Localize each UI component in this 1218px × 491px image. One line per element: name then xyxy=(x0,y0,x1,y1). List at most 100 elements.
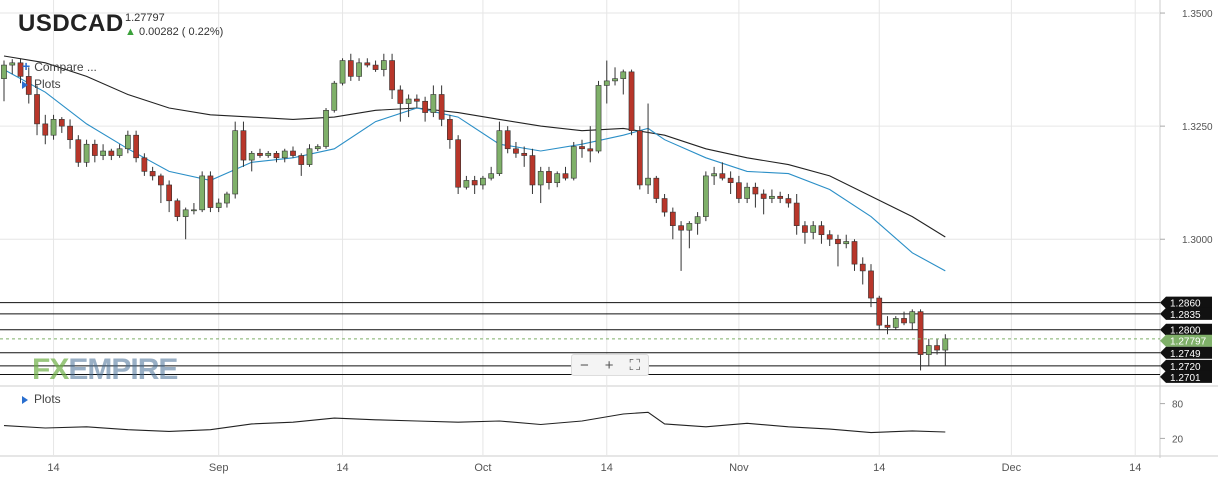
candle-body xyxy=(810,225,817,233)
candle xyxy=(570,141,577,181)
candle xyxy=(587,126,594,163)
candle-body xyxy=(141,157,148,172)
candle-body xyxy=(793,202,800,226)
zoom-out-button[interactable]: − xyxy=(580,357,589,374)
candle xyxy=(777,191,784,204)
plots-toggle-main[interactable]: Plots xyxy=(22,77,61,91)
candle xyxy=(603,60,610,104)
candle-body xyxy=(281,150,288,159)
candle xyxy=(83,139,90,167)
candle xyxy=(207,171,214,213)
candle-body xyxy=(934,345,940,351)
candle-body xyxy=(331,82,338,111)
candle-body xyxy=(58,119,65,127)
level-label: 1.2835 xyxy=(1170,310,1201,321)
candle xyxy=(876,295,883,330)
x-tick-label: 14 xyxy=(47,462,59,474)
candle xyxy=(851,239,858,271)
x-tick-label: 14 xyxy=(1129,462,1141,474)
candle xyxy=(628,69,635,136)
candle xyxy=(149,166,156,181)
candle-body xyxy=(587,148,594,152)
candle-body xyxy=(447,119,453,141)
candle-body xyxy=(124,134,131,150)
zoom-in-button[interactable]: + xyxy=(605,357,614,374)
x-tick-label: Dec xyxy=(1002,462,1022,474)
candle-body xyxy=(42,123,49,136)
candle-body xyxy=(91,143,98,156)
level-label: 1.2701 xyxy=(1170,373,1201,384)
candle-body xyxy=(405,98,412,104)
candle xyxy=(802,221,808,244)
zoom-fit-button[interactable]: ⛶ xyxy=(629,357,640,374)
candle-body xyxy=(413,98,420,102)
candle-body xyxy=(661,198,668,213)
triangle-right-icon xyxy=(22,80,28,89)
candle-body xyxy=(909,311,916,324)
candle-body xyxy=(570,146,577,179)
candle xyxy=(496,121,503,176)
candle xyxy=(191,203,197,215)
candle-body xyxy=(166,184,173,202)
candle xyxy=(298,153,305,176)
triangle-right-icon xyxy=(22,395,28,404)
candle xyxy=(661,194,668,217)
candle-body xyxy=(529,155,536,186)
candle xyxy=(133,130,139,163)
candle xyxy=(91,139,98,163)
candle-body xyxy=(323,110,329,147)
candle xyxy=(422,96,428,122)
candle-body xyxy=(546,171,552,183)
candle xyxy=(909,309,916,330)
candle xyxy=(100,144,106,161)
candle-body xyxy=(843,241,850,245)
candle xyxy=(331,80,338,113)
candle xyxy=(934,338,940,355)
x-tick-label: Nov xyxy=(729,462,749,474)
candle xyxy=(438,85,445,127)
candle-body xyxy=(719,173,726,179)
candle-body xyxy=(100,150,106,156)
candle-body xyxy=(455,139,462,188)
candle-body xyxy=(199,175,206,211)
candle-body xyxy=(224,193,230,204)
candle-body xyxy=(463,180,470,188)
candle-body xyxy=(669,211,676,226)
candle-body xyxy=(628,71,635,131)
candle-body xyxy=(711,173,717,177)
candle xyxy=(463,175,470,190)
logo-rest: EMPIRE xyxy=(68,353,178,386)
candle xyxy=(925,338,932,366)
candle-body xyxy=(826,234,833,240)
candle-body xyxy=(521,152,528,156)
candle xyxy=(702,171,709,222)
plots-toggle-oscillator[interactable]: Plots xyxy=(22,392,61,406)
osc-tick-label: 20 xyxy=(1172,434,1184,445)
candle xyxy=(174,198,181,222)
candle-body xyxy=(265,152,272,156)
candle-body xyxy=(397,89,404,104)
candle-body xyxy=(339,60,346,84)
candle-body xyxy=(818,225,825,236)
candle xyxy=(686,221,693,249)
compare-button[interactable]: + Compare ... xyxy=(22,58,97,74)
candle xyxy=(67,119,73,149)
candle xyxy=(1,60,7,102)
candle-body xyxy=(215,202,222,208)
candle-body xyxy=(851,241,858,265)
candle-body xyxy=(438,94,445,120)
last-price: 1.27797 xyxy=(125,12,165,24)
osc-tick-label: 80 xyxy=(1172,400,1184,411)
candle xyxy=(620,69,627,95)
zoom-controls: − + ⛶ xyxy=(571,354,649,376)
candle-body xyxy=(75,139,82,163)
candle-body xyxy=(364,62,371,66)
candle xyxy=(868,264,874,308)
candle-body xyxy=(67,125,73,141)
candle xyxy=(785,194,792,208)
x-tick-label: 14 xyxy=(336,462,348,474)
candle-body xyxy=(868,270,874,299)
candle xyxy=(58,117,65,133)
candle-body xyxy=(645,177,651,186)
candle xyxy=(447,114,453,149)
